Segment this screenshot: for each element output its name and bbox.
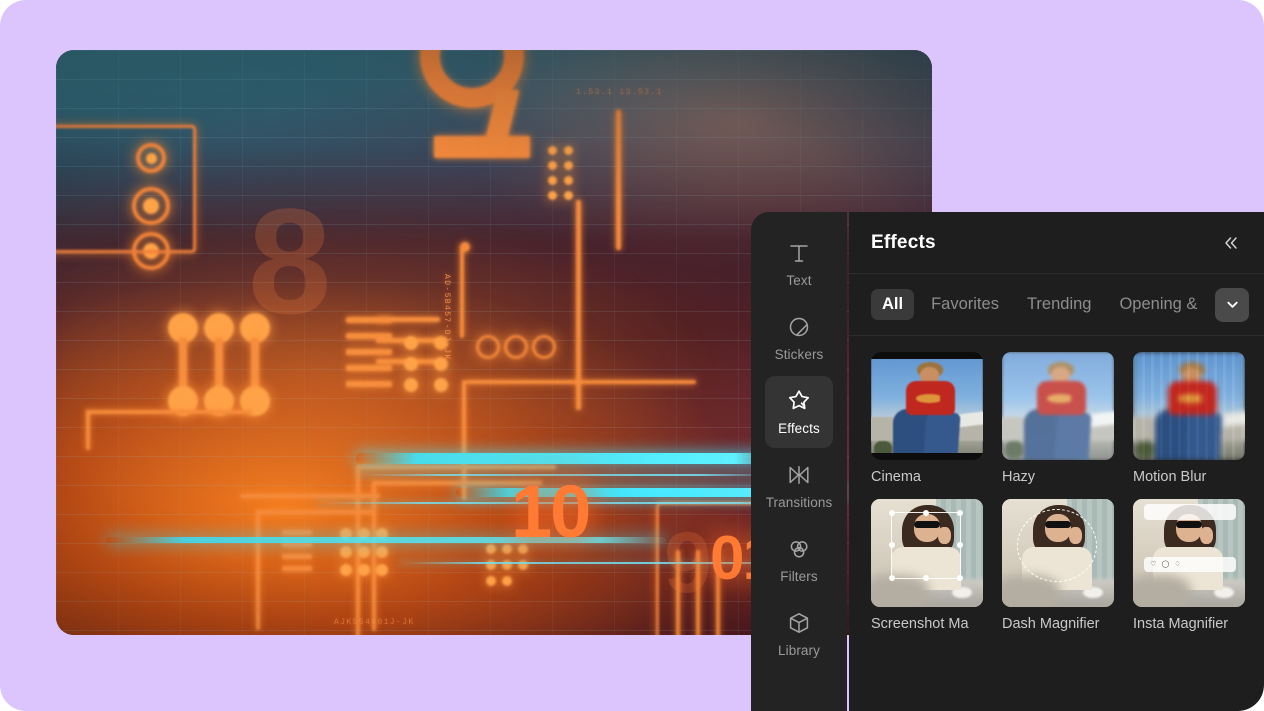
sidebar-item-label: Transitions xyxy=(765,495,833,510)
sidebar-item-label: Effects xyxy=(778,421,820,436)
share-icon: ♢ xyxy=(1174,561,1181,569)
page-title: Effects xyxy=(871,231,936,253)
selection-box xyxy=(889,509,963,581)
dashed-circle-overlay xyxy=(1016,508,1098,583)
effect-thumbnail xyxy=(1002,499,1114,607)
effects-grid: Cinema Hazy Motion Blur Screenshot Ma Da… xyxy=(849,336,1264,632)
sidebar-item-text[interactable]: Text xyxy=(765,228,833,300)
effect-card-motion-blur[interactable]: Motion Blur xyxy=(1133,352,1245,485)
text-icon xyxy=(787,240,811,266)
effect-card-screenshot[interactable]: Screenshot Ma xyxy=(871,499,983,632)
effect-card-dash-magnifier[interactable]: Dash Magnifier xyxy=(1002,499,1114,632)
transitions-icon xyxy=(787,462,811,488)
effect-card-hazy[interactable]: Hazy xyxy=(1002,352,1114,485)
effects-icon xyxy=(786,388,812,414)
effect-label: Screenshot Ma xyxy=(871,616,969,632)
tab-all[interactable]: All xyxy=(871,289,915,320)
insta-action-bar: ♡ ◯ ♢ xyxy=(1144,557,1237,573)
sidebar-item-transitions[interactable]: Transitions xyxy=(765,450,833,522)
sidebar-item-label: Text xyxy=(786,273,812,288)
effect-thumbnail xyxy=(871,352,983,460)
effect-card-cinema[interactable]: Cinema xyxy=(871,352,983,485)
insta-top-bar xyxy=(1144,504,1237,520)
sidebar-item-filters[interactable]: Filters xyxy=(765,524,833,596)
app-window: 10 01 9 8 AD-5B457-DJ-JK AJK554001J-JK 1… xyxy=(0,0,1264,711)
sidebar-item-label: Library xyxy=(778,643,820,658)
effect-thumbnail xyxy=(1002,352,1114,460)
sidebar-item-library[interactable]: Library xyxy=(765,598,833,670)
tab-trending[interactable]: Trending xyxy=(1016,289,1103,320)
effect-label: Insta Magnifier xyxy=(1133,616,1229,632)
tool-rail: Text Stickers Effects Transitions Filter… xyxy=(751,212,847,711)
sidebar-item-label: Filters xyxy=(780,569,818,584)
heart-icon: ♡ xyxy=(1150,561,1157,569)
effect-label: Dash Magnifier xyxy=(1002,616,1100,632)
effect-label: Hazy xyxy=(1002,469,1036,485)
effect-card-insta-magnifier[interactable]: ♡ ◯ ♢ Insta Magnifier xyxy=(1133,499,1245,632)
effect-label: Motion Blur xyxy=(1133,469,1207,485)
effect-thumbnail: ♡ ◯ ♢ xyxy=(1133,499,1245,607)
tab-opening[interactable]: Opening & xyxy=(1108,289,1208,320)
filters-icon xyxy=(787,536,811,562)
sidebar-item-label: Stickers xyxy=(774,347,824,362)
effect-thumbnail xyxy=(871,499,983,607)
stickers-icon xyxy=(787,314,811,340)
effects-panel: Effects All Favorites Trending Opening & xyxy=(849,212,1264,711)
panel-header: Effects xyxy=(849,212,1264,274)
chevron-down-icon[interactable] xyxy=(1215,287,1249,322)
tab-favorites[interactable]: Favorites xyxy=(920,289,1010,320)
sidebar-item-stickers[interactable]: Stickers xyxy=(765,302,833,374)
effect-thumbnail xyxy=(1133,352,1245,460)
comment-icon: ◯ xyxy=(1161,561,1170,569)
chevron-double-left-icon[interactable] xyxy=(1218,230,1244,256)
sidebar-item-effects[interactable]: Effects xyxy=(765,376,833,448)
library-icon xyxy=(787,610,811,636)
effect-label: Cinema xyxy=(871,469,921,485)
category-tabs: All Favorites Trending Opening & xyxy=(849,274,1264,336)
